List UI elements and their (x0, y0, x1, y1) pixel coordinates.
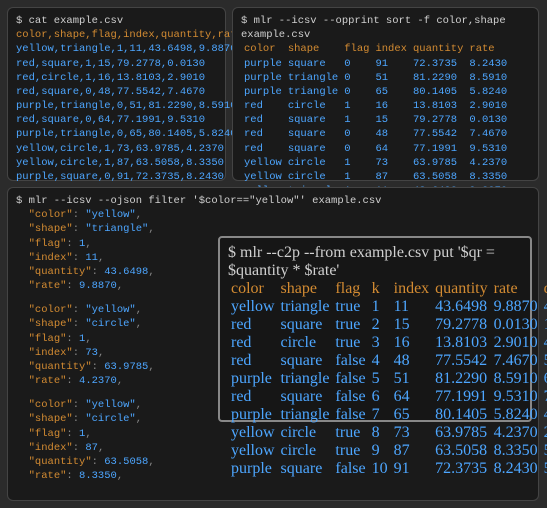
json-line: "color": "yellow", (16, 208, 530, 222)
panel-cat-csv: $ cat example.csv color,shape,flag,index… (7, 7, 226, 181)
command-line: $ cat example.csv (16, 14, 217, 28)
table-row: purpletrianglefalse55181.22908.5910697.8… (228, 370, 547, 388)
csv-row: red,circle,1,16,13.8103,2.9010 (16, 71, 217, 85)
json-line: "shape": "triangle", (16, 222, 530, 236)
table-row: redcircle11613.81032.9010 (241, 99, 510, 113)
table-header: colorshapeflagindexquantityrate (241, 42, 510, 56)
csv-row: yellow,circle,1,73,63.9785,4.2370 (16, 142, 217, 156)
csv-row: purple,square,0,91,72.3735,8.2430 (16, 170, 217, 184)
command-line: $ mlr --icsv --ojson filter '$color=="ye… (16, 194, 530, 208)
table-row: redsquare04877.55427.4670 (241, 127, 510, 141)
csv-row: red,square,0,48,77.5542,7.4670 (16, 85, 217, 99)
table-row: redsquarefalse66477.19919.5310735.784622… (228, 388, 547, 406)
table-row: yellowcircletrue98763.50588.3350529.3208… (228, 442, 547, 460)
csv-row: yellow,triangle,1,11,43.6498,9.8870 (16, 42, 217, 56)
csv-header: color,shape,flag,index,quantity,rate (16, 28, 217, 42)
csv-row: red,square,1,15,79.2778,0.0130 (16, 57, 217, 71)
table-row: redsquare06477.19919.5310 (241, 142, 510, 156)
csv-rows: yellow,triangle,1,11,43.6498,9.8870red,s… (16, 42, 217, 184)
command-line: $ mlr --icsv --opprint sort -f color,sha… (241, 14, 530, 42)
table-row: yellowcircle17363.97854.2370 (241, 156, 510, 170)
output-table: colorshapeflagkindexquantityrateqryellow… (228, 280, 547, 478)
table-row: purpletrianglefalse76580.14055.8240466.7… (228, 406, 547, 424)
csv-row: purple,triangle,0,51,81.2290,8.5910 (16, 99, 217, 113)
table-row: redsquare11579.27780.0130 (241, 113, 510, 127)
table-row: purpletriangle05181.22908.5910 (241, 71, 510, 85)
output-table: colorshapeflagindexquantityratepurplesqu… (241, 42, 510, 198)
table-row: purplesquarefalse109172.37358.2430596.57… (228, 460, 547, 478)
table-row: yellowcircletrue87363.97854.2370271.0769… (228, 424, 547, 442)
csv-row: red,square,0,64,77.1991,9.5310 (16, 113, 217, 127)
table-row: purplesquare09172.37358.2430 (241, 57, 510, 71)
panel-mlr-sort: $ mlr --icsv --opprint sort -f color,sha… (232, 7, 539, 181)
table-row: purpletriangle06580.14055.8240 (241, 85, 510, 99)
table-row: yellowcircle18763.50588.3350 (241, 170, 510, 184)
panel-mlr-put: $ mlr --c2p --from example.csv put '$qr … (218, 236, 532, 422)
table-header: colorshapeflagkindexquantityrateqr (228, 280, 547, 298)
csv-row: yellow,circle,1,87,63.5058,8.3350 (16, 156, 217, 170)
table-row: redsquarefalse44877.55427.4670579.097211… (228, 352, 547, 370)
command-line: $ mlr --c2p --from example.csv put '$qr … (228, 244, 522, 280)
table-row: redcircletrue31613.81032.901040.06368029… (228, 334, 547, 352)
table-row: redsquaretrue21579.27780.01301.0306114 (228, 316, 547, 334)
table-row: yellowtriangletrue11143.64989.8870431.56… (228, 298, 547, 316)
csv-row: purple,triangle,0,65,80.1405,5.8240 (16, 127, 217, 141)
